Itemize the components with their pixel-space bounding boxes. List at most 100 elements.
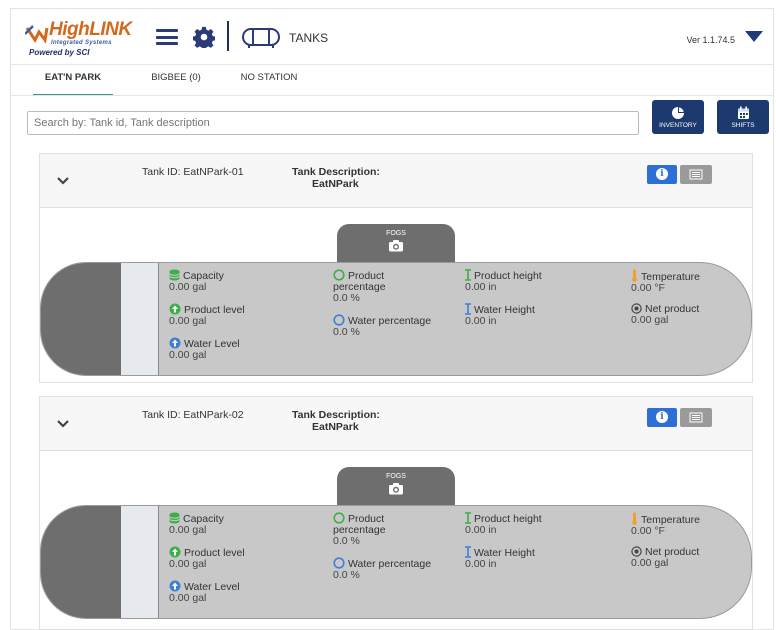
tab-bigbee[interactable]: BIGBEE (0) [141,66,211,96]
product-height-value: 0.00 in [465,281,497,293]
tank-card-header: Tank ID: EatNPark-01 Tank Description: E… [40,154,752,208]
tank-card: Tank ID: EatNPark-01 Tank Description: E… [39,153,753,383]
metric-water-level: Water Level 0.00 gal [169,580,240,604]
water-percentage-ring-icon [333,557,345,569]
metric-water-height: Water Height 0.00 in [465,303,535,327]
app-frame: HighLINK Integrated Systems Powered by S… [10,8,774,630]
metric-product-level: Product level 0.00 gal [169,303,245,327]
info-button[interactable]: i [647,165,677,184]
chevron-down-icon[interactable] [56,417,70,431]
target-circle-icon [631,546,642,557]
water-level-value: 0.00 gal [169,592,207,604]
water-height-value: 0.00 in [465,315,497,327]
info-button[interactable]: i [647,408,677,427]
dropdown-caret-icon[interactable] [745,31,763,42]
info-icon: i [656,168,668,180]
thermometer-icon [632,512,637,525]
tank-description-label: Tank Description: [292,166,380,178]
arrow-up-circle-icon [169,303,181,315]
logo-subtitle: Integrated Systems [51,40,112,46]
database-icon [169,269,180,281]
highlink-logo[interactable]: HighLINK Integrated Systems Powered by S… [25,17,149,57]
tab-no-station[interactable]: NO STATION [229,66,309,96]
metric-capacity: Capacity 0.00 gal [169,512,224,536]
metric-net-product: Net product 0.00 gal [631,546,699,569]
product-percentage-value: 0.0 % [333,535,360,547]
tank-fill-dark [41,263,121,375]
metric-product-height: Product height 0.00 in [465,269,542,293]
tank-id: Tank ID: EatNPark-02 [142,409,244,421]
logo-powered-by: Powered by SCI [29,48,90,57]
metric-water-height: Water Height 0.00 in [465,546,535,570]
tank-icon [242,28,280,48]
shifts-label: SHIFTS [731,122,755,129]
product-level-value: 0.00 gal [169,558,207,570]
metric-temperature: Temperature 0.00 °F [631,512,700,537]
camera-icon [389,483,403,495]
metric-water-percentage: Water percentage 0.0 % [333,314,431,338]
database-icon [169,512,180,524]
capacity-value: 0.00 gal [169,524,207,536]
tank-card-header: Tank ID: EatNPark-02 Tank Description: E… [40,397,752,451]
water-height-value: 0.00 in [465,558,497,570]
water-percentage-value: 0.0 % [333,569,360,581]
header-divider [227,21,229,51]
list-icon [689,169,703,180]
hamburger-menu-icon[interactable] [156,29,178,45]
logo-text: HighLINK [49,19,132,40]
tank-description-label: Tank Description: [292,409,380,421]
metric-product-level: Product level 0.00 gal [169,546,245,570]
product-percentage-ring-icon [333,512,345,524]
top-header: HighLINK Integrated Systems Powered by S… [11,9,773,65]
product-percentage-value: 0.0 % [333,292,360,304]
metric-product-percentage: Product percentage 0.0 % [333,269,386,304]
water-percentage-label: Water percentage [348,558,432,570]
version-label: Ver 1.1.74.5 [686,35,735,45]
tabs-underline [11,95,773,96]
metric-product-height: Product height 0.00 in [465,512,542,536]
fogs-camera-tab[interactable]: FOGS [337,224,455,262]
water-height-icon [465,303,471,315]
metric-product-percentage: Product percentage 0.0 % [333,512,386,547]
fogs-label: FOGS [386,230,406,237]
capacity-value: 0.00 gal [169,281,207,293]
tank-visual: Capacity 0.00 gal Product level 0.00 gal… [40,505,752,619]
temperature-value: 0.00 °F [631,525,665,537]
page-title: TANKS [289,31,329,45]
water-percentage-ring-icon [333,314,345,326]
temperature-value: 0.00 °F [631,282,665,294]
water-level-value: 0.00 gal [169,349,207,361]
metric-water-level: Water Level 0.00 gal [169,337,240,361]
search-input[interactable] [27,111,639,135]
product-level-value: 0.00 gal [169,315,207,327]
net-product-value: 0.00 gal [631,557,669,569]
tank-description-value: EatNPark [312,178,359,190]
water-percentage-label: Water percentage [348,315,432,327]
camera-icon [389,240,403,252]
details-list-button[interactable] [680,165,712,184]
product-height-value: 0.00 in [465,524,497,536]
info-icon: i [656,411,668,423]
water-level-arrow-icon [169,337,181,349]
tank-description-value: EatNPark [312,421,359,433]
water-level-arrow-icon [169,580,181,592]
gear-icon[interactable] [193,26,215,48]
water-percentage-value: 0.0 % [333,326,360,338]
details-list-button[interactable] [680,408,712,427]
fogs-camera-tab[interactable]: FOGS [337,467,455,505]
product-height-icon [465,269,471,281]
list-icon [689,412,703,423]
fogs-label: FOGS [386,473,406,480]
shifts-button[interactable]: SHIFTS [717,100,769,134]
metric-temperature: Temperature 0.00 °F [631,269,700,294]
tab-eatn-park[interactable]: EAT'N PARK [33,66,113,96]
tank-card: Tank ID: EatNPark-02 Tank Description: E… [39,396,753,630]
thermometer-icon [632,269,637,282]
inventory-label: INVENTORY [659,122,697,129]
target-circle-icon [631,303,642,314]
pie-chart-icon [672,107,684,119]
inventory-button[interactable]: INVENTORY [652,100,704,134]
tank-fill-dark [41,506,121,618]
net-product-value: 0.00 gal [631,314,669,326]
chevron-down-icon[interactable] [56,174,70,188]
